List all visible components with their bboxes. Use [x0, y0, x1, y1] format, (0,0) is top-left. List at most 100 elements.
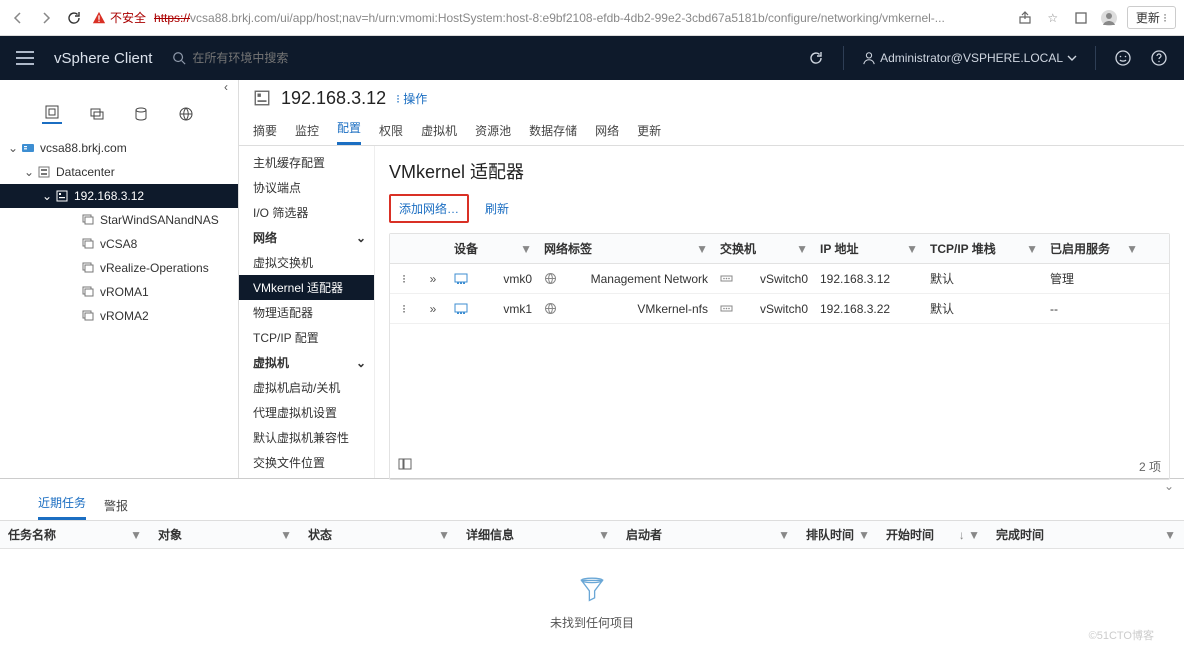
config-nav-physical-adapters[interactable]: 物理适配器: [239, 300, 374, 325]
config-nav-group-networking[interactable]: 网络⌄: [239, 225, 374, 250]
panel-title: VMkernel 适配器: [389, 158, 1170, 184]
actions-menu[interactable]: ⁝ 操作: [396, 90, 427, 107]
filter-icon[interactable]: ▼: [858, 528, 870, 542]
tab-configure[interactable]: 配置: [337, 119, 361, 145]
config-nav-item[interactable]: 主机缓存配置: [239, 150, 374, 175]
security-warning[interactable]: 不安全: [92, 9, 146, 26]
col-queued[interactable]: 排队时间: [806, 526, 854, 543]
col-detail[interactable]: 详细信息: [466, 526, 514, 543]
tab-vms[interactable]: 虚拟机: [421, 122, 457, 145]
config-nav-virtual-switches[interactable]: 虚拟交换机: [239, 250, 374, 275]
col-switch[interactable]: 交换机: [720, 240, 756, 257]
tree-node-vm[interactable]: StarWindSANandNAS: [0, 208, 238, 232]
filter-icon[interactable]: ▼: [696, 242, 708, 256]
tree-node-vm[interactable]: vCSA8: [0, 232, 238, 256]
col-start[interactable]: 开始时间: [886, 526, 934, 543]
refresh-link[interactable]: 刷新: [485, 200, 509, 217]
extensions-icon[interactable]: [1071, 8, 1091, 28]
col-ip[interactable]: IP 地址: [820, 240, 858, 257]
chevron-down-icon[interactable]: ⌄: [6, 141, 20, 155]
filter-icon[interactable]: ▼: [1164, 528, 1176, 542]
browser-update-button[interactable]: 更新 ⁝: [1127, 6, 1176, 29]
row-menu-icon[interactable]: ⁝: [390, 302, 418, 316]
filter-icon[interactable]: ▼: [598, 528, 610, 542]
filter-icon[interactable]: ▼: [778, 528, 790, 542]
filter-icon[interactable]: ▼: [796, 242, 808, 256]
filter-icon[interactable]: ▼: [130, 528, 142, 542]
filter-icon[interactable]: ▼: [438, 528, 450, 542]
tab-alarms[interactable]: 警报: [104, 497, 128, 520]
filter-icon[interactable]: ▼: [280, 528, 292, 542]
chevron-down-icon: ⌄: [356, 231, 366, 245]
tree-node-datacenter[interactable]: ⌄ Datacenter: [0, 160, 238, 184]
filter-icon[interactable]: ▼: [1026, 242, 1038, 256]
share-icon[interactable]: [1015, 8, 1035, 28]
table-row[interactable]: ⁝ » vmk0 Management Network vSwitch0 192…: [390, 264, 1169, 294]
tree-node-vm[interactable]: vRealize-Operations: [0, 256, 238, 280]
filter-icon[interactable]: ▼: [906, 242, 918, 256]
vms-view-icon[interactable]: [87, 104, 107, 124]
nav-forward-button[interactable]: [36, 8, 56, 28]
panel-collapse-icon[interactable]: ⌄: [0, 479, 1184, 493]
config-nav-item[interactable]: 虚拟机启动/关机: [239, 375, 374, 400]
nav-back-button[interactable]: [8, 8, 28, 28]
row-menu-icon[interactable]: ⁝: [390, 272, 418, 286]
network-view-icon[interactable]: [176, 104, 196, 124]
config-nav-vmkernel-adapters[interactable]: VMkernel 适配器: [239, 275, 374, 300]
help-icon[interactable]: [1150, 49, 1168, 67]
tree-node-vcenter[interactable]: ⌄ vcsa88.brkj.com: [0, 136, 238, 160]
expand-row-icon[interactable]: »: [418, 302, 448, 316]
global-search[interactable]: [172, 51, 332, 65]
user-menu[interactable]: Administrator@VSPHERE.LOCAL: [862, 51, 1077, 65]
table-row[interactable]: ⁝ » vmk1 VMkernel-nfs vSwitch0 192.168.3…: [390, 294, 1169, 324]
tab-monitor[interactable]: 监控: [295, 122, 319, 145]
col-services[interactable]: 已启用服务: [1050, 240, 1110, 257]
tree-node-host[interactable]: ⌄ 192.168.3.12: [0, 184, 238, 208]
config-nav-item[interactable]: 代理虚拟机设置: [239, 400, 374, 425]
col-object[interactable]: 对象: [158, 526, 182, 543]
col-end[interactable]: 完成时间: [996, 526, 1044, 543]
col-netlabel[interactable]: 网络标签: [544, 240, 592, 257]
chevron-down-icon[interactable]: ⌄: [40, 189, 54, 203]
config-nav-item[interactable]: 协议端点: [239, 175, 374, 200]
tab-summary[interactable]: 摘要: [253, 122, 277, 145]
nav-reload-button[interactable]: [64, 8, 84, 28]
url-bar[interactable]: https://vcsa88.brkj.com/ui/app/host;nav=…: [154, 11, 1007, 25]
menu-toggle[interactable]: [16, 51, 34, 65]
sidebar-collapse-icon[interactable]: ‹: [0, 80, 238, 98]
adapters-table: 设备▼ 网络标签▼ 交换机▼ IP 地址▼ TCP/IP 堆栈▼ 已启用服务▼ …: [389, 233, 1170, 480]
profile-icon[interactable]: [1099, 8, 1119, 28]
chevron-down-icon[interactable]: ⌄: [22, 165, 36, 179]
config-nav-item[interactable]: I/O 筛选器: [239, 200, 374, 225]
config-nav-group-system[interactable]: 系统⌄: [239, 475, 374, 478]
tab-permissions[interactable]: 权限: [379, 122, 403, 145]
config-nav-item[interactable]: 交换文件位置: [239, 450, 374, 475]
sort-icon[interactable]: ↓ ▼: [959, 528, 980, 542]
tab-recent-tasks[interactable]: 近期任务: [38, 494, 86, 520]
config-nav-item[interactable]: 默认虚拟机兼容性: [239, 425, 374, 450]
tree-node-vm[interactable]: vROMA1: [0, 280, 238, 304]
tab-networks[interactable]: 网络: [595, 122, 619, 145]
expand-row-icon[interactable]: »: [418, 272, 448, 286]
storage-view-icon[interactable]: [131, 104, 151, 124]
col-status[interactable]: 状态: [308, 526, 332, 543]
tab-updates[interactable]: 更新: [637, 122, 661, 145]
tab-respools[interactable]: 资源池: [475, 122, 511, 145]
hosts-view-icon[interactable]: [42, 104, 62, 124]
filter-icon[interactable]: ▼: [1126, 242, 1138, 256]
refresh-button[interactable]: [807, 49, 825, 67]
config-nav-group-vm[interactable]: 虚拟机⌄: [239, 350, 374, 375]
filter-icon[interactable]: ▼: [520, 242, 532, 256]
col-tcp[interactable]: TCP/IP 堆栈: [930, 240, 996, 257]
smiley-feedback-icon[interactable]: [1114, 49, 1132, 67]
search-input[interactable]: [192, 51, 332, 65]
col-initiator[interactable]: 启动者: [626, 526, 662, 543]
col-task-name[interactable]: 任务名称: [8, 526, 56, 543]
tree-node-vm[interactable]: vROMA2: [0, 304, 238, 328]
add-networking-button[interactable]: 添加网络…: [389, 194, 469, 223]
bookmark-star-icon[interactable]: ☆: [1043, 8, 1063, 28]
config-nav-tcpip[interactable]: TCP/IP 配置: [239, 325, 374, 350]
column-picker-icon[interactable]: [398, 458, 412, 475]
col-device[interactable]: 设备: [454, 240, 478, 257]
tab-datastores[interactable]: 数据存储: [529, 122, 577, 145]
